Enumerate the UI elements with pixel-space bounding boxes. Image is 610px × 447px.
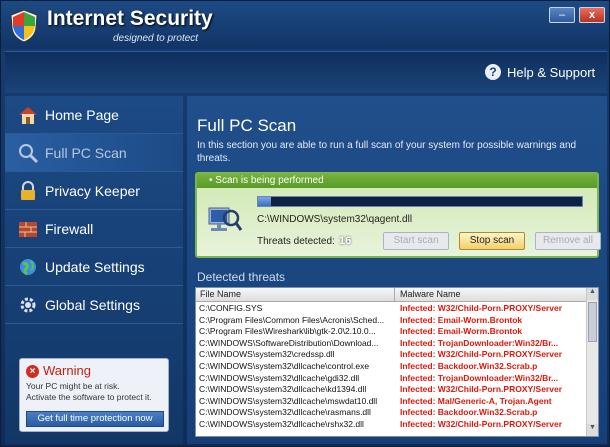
sidebar-item-global-settings[interactable]: Global Settings (5, 286, 183, 324)
file-name-cell: C:\WINDOWS\system32\credssp.dll (199, 349, 335, 360)
warning-title: Warning (43, 363, 91, 378)
scan-status: • Scan is being performed (197, 174, 597, 188)
current-file: C:\WINDOWS\system32\qagent.dll (257, 214, 413, 225)
house-icon (19, 107, 37, 124)
table-scrollbar[interactable]: ▲ ▼ (586, 288, 598, 436)
app-window: Internet Security designed to protect – … (0, 0, 610, 447)
table-row[interactable]: C:\WINDOWS\system32\dllcache\kd1394.dll I… (196, 384, 586, 396)
gear-icon (20, 297, 36, 313)
table-row[interactable]: C:\WINDOWS\system32\dllcache\rasmans.dll… (196, 407, 586, 419)
title-bar[interactable]: Internet Security designed to protect – … (1, 1, 609, 49)
remove-all-button[interactable]: Remove all (535, 232, 601, 250)
file-name-cell: C:\WINDOWS\system32\dllcache\rasmans.dll (199, 407, 371, 418)
table-row[interactable]: C:\WINDOWS\system32\dllcache\mswdat10.dl… (196, 396, 586, 408)
magnifier-icon (19, 144, 39, 164)
table-row[interactable]: C:\CONFIG.SYS Infected: W32/Child-Porn.PR… (196, 303, 586, 315)
column-header-malware-name[interactable]: Malware Name (400, 289, 461, 299)
column-separator[interactable] (394, 288, 395, 302)
scroll-up-icon[interactable]: ▲ (587, 288, 598, 300)
file-name-cell: C:\WINDOWS\system32\dllcache\mswdat10.dl… (199, 395, 378, 406)
sidebar-item-label: Global Settings (45, 297, 140, 313)
column-header-file-name[interactable]: File Name (200, 289, 241, 299)
scroll-down-icon[interactable]: ▼ (587, 424, 598, 436)
warning-box: × Warning Your PC might be at risk. Acti… (19, 358, 169, 432)
malware-name-cell: Infected: W32/Child-Porn.PROXY/Server (400, 349, 563, 360)
minimize-button[interactable]: – (549, 7, 575, 23)
malware-name-cell: Infected: W32/Child-Porn.PROXY/Server (400, 418, 563, 429)
file-name-cell: C:\WINDOWS\system32\dllcache\rshx32.dll (199, 418, 364, 429)
malware-name-cell: Infected: W32/Child-Porn.PROXY/Server (400, 303, 563, 313)
scan-progress-bar (257, 196, 583, 207)
malware-name-cell: Infected: Email-Worm.Brontok (400, 314, 523, 325)
globe-icon (20, 259, 36, 276)
malware-name-cell: Infected: W32/Child-Porn.PROXY/Server (400, 384, 563, 395)
sidebar-item-label: Privacy Keeper (45, 183, 140, 199)
table-row[interactable]: C:\Program Files\Common Files\Acronis\Sc… (196, 315, 586, 327)
sidebar-item-firewall[interactable]: Firewall (5, 210, 183, 248)
help-bar: ? Help & Support (5, 51, 607, 93)
table-row[interactable]: C:\WINDOWS\system32\credssp.dll Infected:… (196, 349, 586, 361)
table-row[interactable]: C:\WINDOWS\SoftwareDistribution\Download… (196, 338, 586, 350)
error-icon: × (26, 365, 39, 378)
question-icon[interactable]: ? (485, 64, 501, 80)
main-panel: Full PC Scan In this section you are abl… (187, 96, 607, 444)
start-scan-button[interactable]: Start scan (383, 232, 449, 250)
computer-scan-icon (208, 207, 243, 231)
stop-scan-button[interactable]: Stop scan (459, 232, 525, 250)
sidebar: Home Page Full PC Scan Privacy Keeper Fi… (5, 96, 183, 444)
app-title: Internet Security (47, 7, 213, 30)
malware-name-cell: Infected: TrojanDownloader:Win32/Br... (400, 372, 559, 383)
close-button[interactable]: x (579, 7, 605, 23)
app-tagline: designed to protect (113, 33, 199, 44)
file-name-cell: C:\WINDOWS\system32\dllcache\gdi32.dll (199, 372, 360, 383)
get-protection-button[interactable]: Get full time protection now (26, 411, 164, 427)
malware-name-cell: Infected: Backdoor.Win32.Scrab.p (400, 407, 538, 418)
warning-text: Your PC might be at risk. Activate the s… (26, 381, 152, 402)
brick-wall-icon (19, 222, 37, 237)
page-description: In this section you are able to run a fu… (197, 140, 577, 164)
table-header: File Name Malware Name (196, 288, 586, 302)
table-row[interactable]: C:\Program Files\Wireshark\lib\gtk-2.0\2… (196, 326, 586, 338)
table-row[interactable]: C:\WINDOWS\system32\dllcache\rshx32.dll I… (196, 419, 586, 431)
file-name-cell: C:\WINDOWS\system32\dllcache\kd1394.dll (199, 384, 367, 395)
shield-logo-icon (10, 9, 38, 43)
lock-icon (21, 181, 35, 200)
table-row[interactable]: C:\WINDOWS\system32\dllcache\control.exe… (196, 361, 586, 373)
sidebar-item-label: Full PC Scan (45, 145, 127, 161)
file-name-cell: C:\WINDOWS\SoftwareDistribution\Download… (199, 337, 379, 348)
scan-progress-fill (258, 197, 271, 206)
scan-panel: • Scan is being performed C:\WINDOWS\sys… (195, 172, 601, 258)
malware-name-cell: Infected: TrojanDownloader:Win32/Br... (400, 337, 559, 348)
sidebar-item-privacy-keeper[interactable]: Privacy Keeper (5, 172, 183, 210)
threats-table: File Name Malware Name C:\CONFIG.SYS Infe… (195, 287, 599, 437)
sidebar-item-update-settings[interactable]: Update Settings (5, 248, 183, 286)
sidebar-item-label: Update Settings (45, 259, 145, 275)
file-name-cell: C:\CONFIG.SYS (199, 303, 263, 313)
sidebar-item-label: Firewall (45, 221, 94, 237)
file-name-cell: C:\Program Files\Wireshark\lib\gtk-2.0\2… (199, 326, 376, 337)
scrollbar-thumb[interactable] (588, 302, 597, 342)
table-row[interactable]: C:\WINDOWS\system32\dllcache\gdi32.dll In… (196, 373, 586, 385)
file-name-cell: C:\Program Files\Common Files\Acronis\Sc… (199, 314, 385, 325)
detected-threats-label: Detected threats (197, 270, 286, 284)
malware-name-cell: Infected: Mal/Generic-A, Trojan.Agent (400, 395, 552, 406)
sidebar-item-full-pc-scan[interactable]: Full PC Scan (5, 134, 183, 172)
malware-name-cell: Infected: Email-Worm.Brontok (400, 326, 523, 337)
sidebar-item-label: Home Page (45, 107, 119, 123)
threats-count: 16 (339, 235, 352, 247)
page-title: Full PC Scan (197, 116, 297, 135)
table-body: C:\CONFIG.SYS Infected: W32/Child-Porn.PR… (196, 303, 586, 431)
sidebar-item-home-page[interactable]: Home Page (5, 96, 183, 134)
file-name-cell: C:\WINDOWS\system32\dllcache\control.exe (199, 360, 370, 371)
threats-label: Threats detected: (257, 236, 335, 247)
malware-name-cell: Infected: Backdoor.Win32.Scrab.p (400, 360, 538, 371)
help-support-link[interactable]: Help & Support (507, 65, 595, 80)
